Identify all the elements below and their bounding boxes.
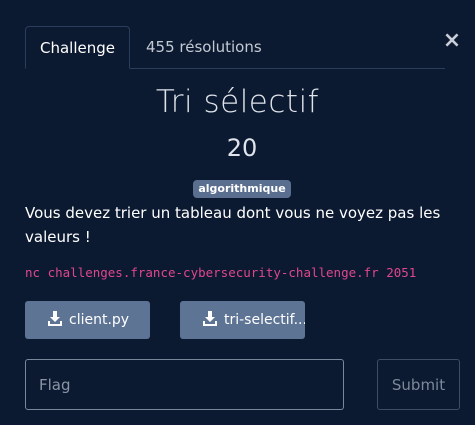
download-tri-selectif-button[interactable]: tri-selectif...: [180, 301, 305, 339]
download-tri-selectif-label: tri-selectif...: [224, 312, 305, 328]
challenge-points: 20: [226, 134, 258, 162]
tag-container: algorithmique: [0, 177, 475, 198]
download-icon: [48, 311, 62, 326]
challenge-title: Tri sélectif: [155, 84, 320, 120]
tab-bar: Challenge 455 résolutions: [25, 26, 445, 69]
tab-challenge[interactable]: Challenge: [25, 26, 130, 69]
flag-input[interactable]: [25, 359, 344, 410]
challenge-description: Vous devez trier un tableau dont vous ne…: [25, 204, 441, 246]
submit-button[interactable]: Submit: [377, 359, 460, 410]
tab-resolutions[interactable]: 455 résolutions: [146, 26, 262, 68]
download-client-button[interactable]: client.py: [25, 301, 150, 339]
challenge-modal: × Challenge 455 résolutions Tri sélectif…: [0, 0, 475, 425]
download-icon: [203, 311, 217, 326]
download-client-label: client.py: [69, 312, 130, 328]
connection-command: nc challenges.france-cybersecurity-chall…: [25, 265, 417, 280]
category-badge: algorithmique: [193, 180, 291, 198]
